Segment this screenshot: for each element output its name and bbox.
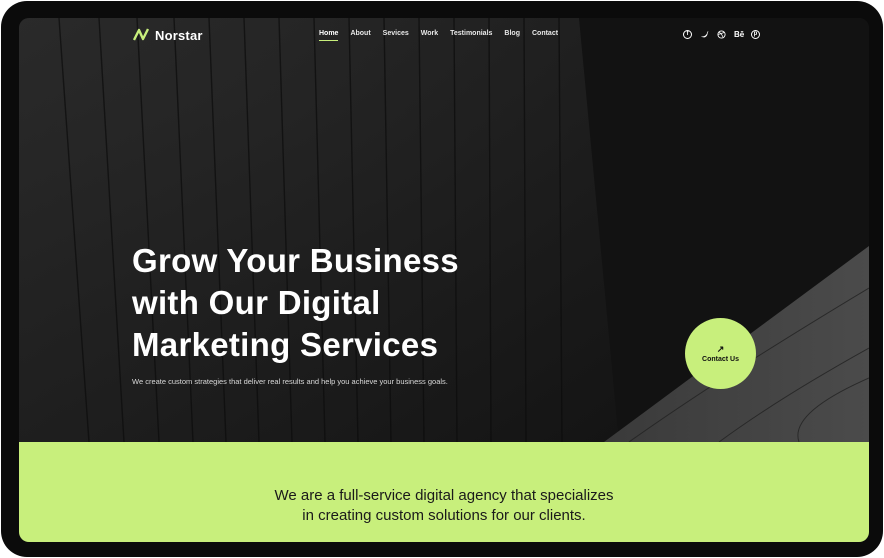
intro-band: We are a full-service digital agency tha… [19,442,869,542]
nav-link-work[interactable]: Work [421,30,438,41]
facebook-icon[interactable]: f [683,30,692,39]
hero-headline-line: Marketing Services [132,326,439,363]
nav-link-about[interactable]: About [350,30,370,41]
nav-link-services[interactable]: Sevices [383,30,409,41]
hero-headline-line: with Our Digital [132,284,381,321]
top-navigation: Norstar Home About Sevices Work Testimon… [19,18,869,54]
logo[interactable]: Norstar [133,27,203,43]
twitter-icon[interactable] [700,30,709,39]
main-menu: Home About Sevices Work Testimonials Blo… [319,30,570,41]
logo-text: Norstar [155,27,203,43]
intro-text-line: in creating custom solutions for our cli… [302,507,586,524]
pinterest-icon[interactable]: p [751,30,760,39]
device-frame: Norstar Home About Sevices Work Testimon… [1,1,883,557]
hero-section: Norstar Home About Sevices Work Testimon… [19,18,869,442]
contact-us-button[interactable]: ↗ Contact Us [685,318,756,389]
nav-link-home[interactable]: Home [319,30,339,41]
social-links: f Bē p [683,30,760,39]
hero-headline: Grow Your Business with Our Digital Mark… [132,240,532,366]
intro-text: We are a full-service digital agency tha… [19,486,869,526]
nav-link-testimonials[interactable]: Testimonials [450,30,492,41]
hero-subtext: We create custom strategies that deliver… [132,377,448,386]
arrow-up-right-icon: ↗ [716,344,725,354]
browser-screen: Norstar Home About Sevices Work Testimon… [19,18,869,542]
hero-headline-line: Grow Your Business [132,242,459,279]
intro-text-line: We are a full-service digital agency tha… [274,487,614,504]
norstar-logo-icon [133,28,149,41]
dribbble-icon[interactable] [717,30,726,39]
behance-icon[interactable]: Bē [734,30,744,39]
contact-us-label: Contact Us [702,356,739,363]
nav-link-blog[interactable]: Blog [504,30,520,41]
nav-link-contact[interactable]: Contact [532,30,558,41]
